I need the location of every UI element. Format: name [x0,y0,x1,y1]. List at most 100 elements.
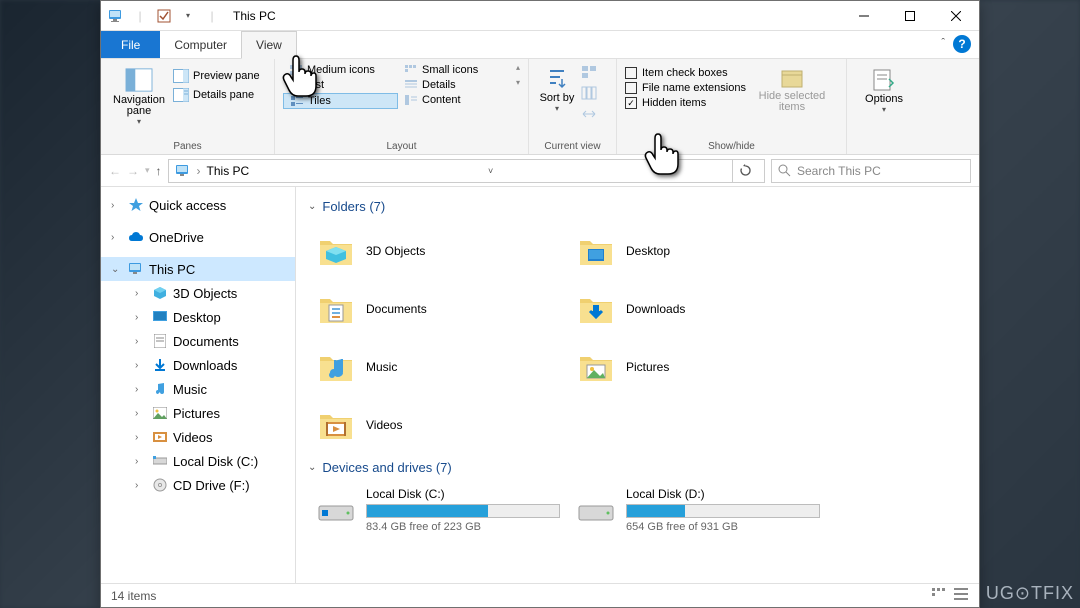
nav-up-icon[interactable]: ↑ [156,164,162,178]
sidebar-item-3d-objects[interactable]: ›3D Objects [101,281,295,305]
pictures-icon [151,404,169,422]
navigation-pane-button[interactable]: Navigation pane ▾ [109,63,169,130]
downloads-folder-icon [576,289,616,329]
sidebar-item-downloads[interactable]: ›Downloads [101,353,295,377]
cloud-icon [127,228,145,246]
desktop-icon [151,308,169,326]
search-icon [778,164,791,177]
layout-list[interactable]: List [283,78,398,92]
group-by-icon[interactable] [581,65,597,82]
sidebar-item-onedrive[interactable]: › OneDrive [101,225,295,249]
sidebar-item-music[interactable]: ›Music [101,377,295,401]
folder-downloads[interactable]: Downloads [568,280,828,338]
sidebar-item-quick-access[interactable]: › Quick access [101,193,295,217]
file-name-extensions-checkbox[interactable]: File name extensions [625,82,746,94]
maximize-button[interactable] [887,1,933,31]
videos-folder-icon [316,405,356,445]
minimize-button[interactable] [841,1,887,31]
menu-view[interactable]: View [241,31,297,59]
nav-forward-icon[interactable]: → [127,164,139,178]
scroll-up-icon[interactable]: ▴ [516,63,520,72]
drive-c[interactable]: Local Disk (C:) 83.4 GB free of 223 GB [308,483,568,537]
ribbon: Navigation pane ▾ Preview pane Details p… [101,59,979,155]
qat-dropdown-icon[interactable]: ▾ [177,5,199,27]
preview-pane-button[interactable]: Preview pane [169,67,264,85]
current-view-group-label: Current view [537,139,608,152]
layout-group-label: Layout [283,139,520,152]
sidebar-item-videos[interactable]: ›Videos [101,425,295,449]
sidebar-item-local-disk-c[interactable]: ›Local Disk (C:) [101,449,295,473]
folder-pictures[interactable]: Pictures [568,338,828,396]
layout-details[interactable]: Details [398,78,513,92]
view-large-icon[interactable] [953,587,969,604]
navigation-tree: › Quick access › OneDrive ⌄ This PC ›3D … [101,187,296,583]
refresh-icon[interactable] [732,160,758,182]
scroll-down-icon[interactable]: ▾ [516,78,520,87]
close-button[interactable] [933,1,979,31]
options-button[interactable]: Options ▾ [855,63,913,118]
menu-file[interactable]: File [101,31,160,58]
videos-icon [151,428,169,446]
qat-separator: | [201,5,223,27]
navigation-pane-label: Navigation pane [111,95,167,117]
sort-by-button[interactable]: Sort by ▾ [537,63,577,117]
folders-section-header[interactable]: ⌄ Folders (7) [308,199,967,214]
cd-icon [151,476,169,494]
sidebar-item-cd-drive[interactable]: ›CD Drive (F:) [101,473,295,497]
ribbon-collapse-icon[interactable]: ˆ [941,37,945,49]
address-text: This PC [207,164,250,178]
layout-tiles[interactable]: Tiles [283,93,398,109]
cube-icon [151,284,169,302]
sidebar-item-documents[interactable]: ›Documents [101,329,295,353]
nav-back-icon[interactable]: ← [109,164,121,178]
properties-icon[interactable] [153,5,175,27]
drive-icon [151,452,169,470]
view-details-icon[interactable] [931,587,947,604]
system-icon [105,5,127,27]
pictures-folder-icon [576,347,616,387]
layout-medium-icons[interactable]: Medium icons [283,63,398,77]
drive-c-icon [316,490,356,530]
details-pane-button[interactable]: Details pane [169,86,264,104]
address-dropdown-icon[interactable]: ˅ [478,160,504,182]
folder-documents[interactable]: Documents [308,280,568,338]
titlebar: | ▾ | This PC [101,1,979,31]
menu-computer[interactable]: Computer [160,31,241,58]
folder-music[interactable]: Music [308,338,568,396]
item-check-boxes-checkbox[interactable]: Item check boxes [625,67,746,79]
drives-section-header[interactable]: ⌄ Devices and drives (7) [308,460,967,475]
address-box[interactable]: › This PC ˅ [168,159,765,183]
hidden-items-checkbox[interactable]: ✓ Hidden items [625,97,746,109]
size-columns-icon[interactable] [581,107,597,124]
drive-d-icon [576,490,616,530]
folder-3d-objects[interactable]: 3D Objects [308,222,568,280]
help-icon[interactable]: ? [953,35,971,53]
layout-content[interactable]: Content [398,93,513,107]
file-explorer-window: | ▾ | This PC File Computer View ˆ ? [100,0,980,608]
sidebar-item-pictures[interactable]: ›Pictures [101,401,295,425]
music-folder-icon [316,347,356,387]
add-columns-icon[interactable] [581,86,597,103]
star-icon [127,196,145,214]
qat-separator: | [129,5,151,27]
sidebar-item-this-pc[interactable]: ⌄ This PC [101,257,295,281]
layout-small-icons[interactable]: Small icons [398,63,513,77]
panes-group-label: Panes [109,139,266,152]
drive-d[interactable]: Local Disk (D:) 654 GB free of 931 GB [568,483,828,537]
details-pane-label: Details pane [193,89,254,101]
sidebar-item-desktop[interactable]: ›Desktop [101,305,295,329]
window-title: This PC [233,9,276,23]
folder-videos[interactable]: Videos [308,396,568,454]
search-box[interactable]: Search This PC [771,159,971,183]
watermark-text: UG⊙TFIX [986,583,1074,604]
content-pane: ⌄ Folders (7) 3D Objects Desktop Documen… [296,187,979,583]
hide-selected-button[interactable]: Hide selected items [756,63,828,117]
folder-desktop[interactable]: Desktop [568,222,828,280]
statusbar: 14 items [101,583,979,607]
desktop-folder-icon [576,231,616,271]
addressbar-row: ← → ▾ ↑ › This PC ˅ Search This PC [101,155,979,187]
3d-objects-folder-icon [316,231,356,271]
documents-icon [151,332,169,350]
nav-history-icon[interactable]: ▾ [145,165,150,176]
menubar: File Computer View ˆ ? [101,31,979,59]
